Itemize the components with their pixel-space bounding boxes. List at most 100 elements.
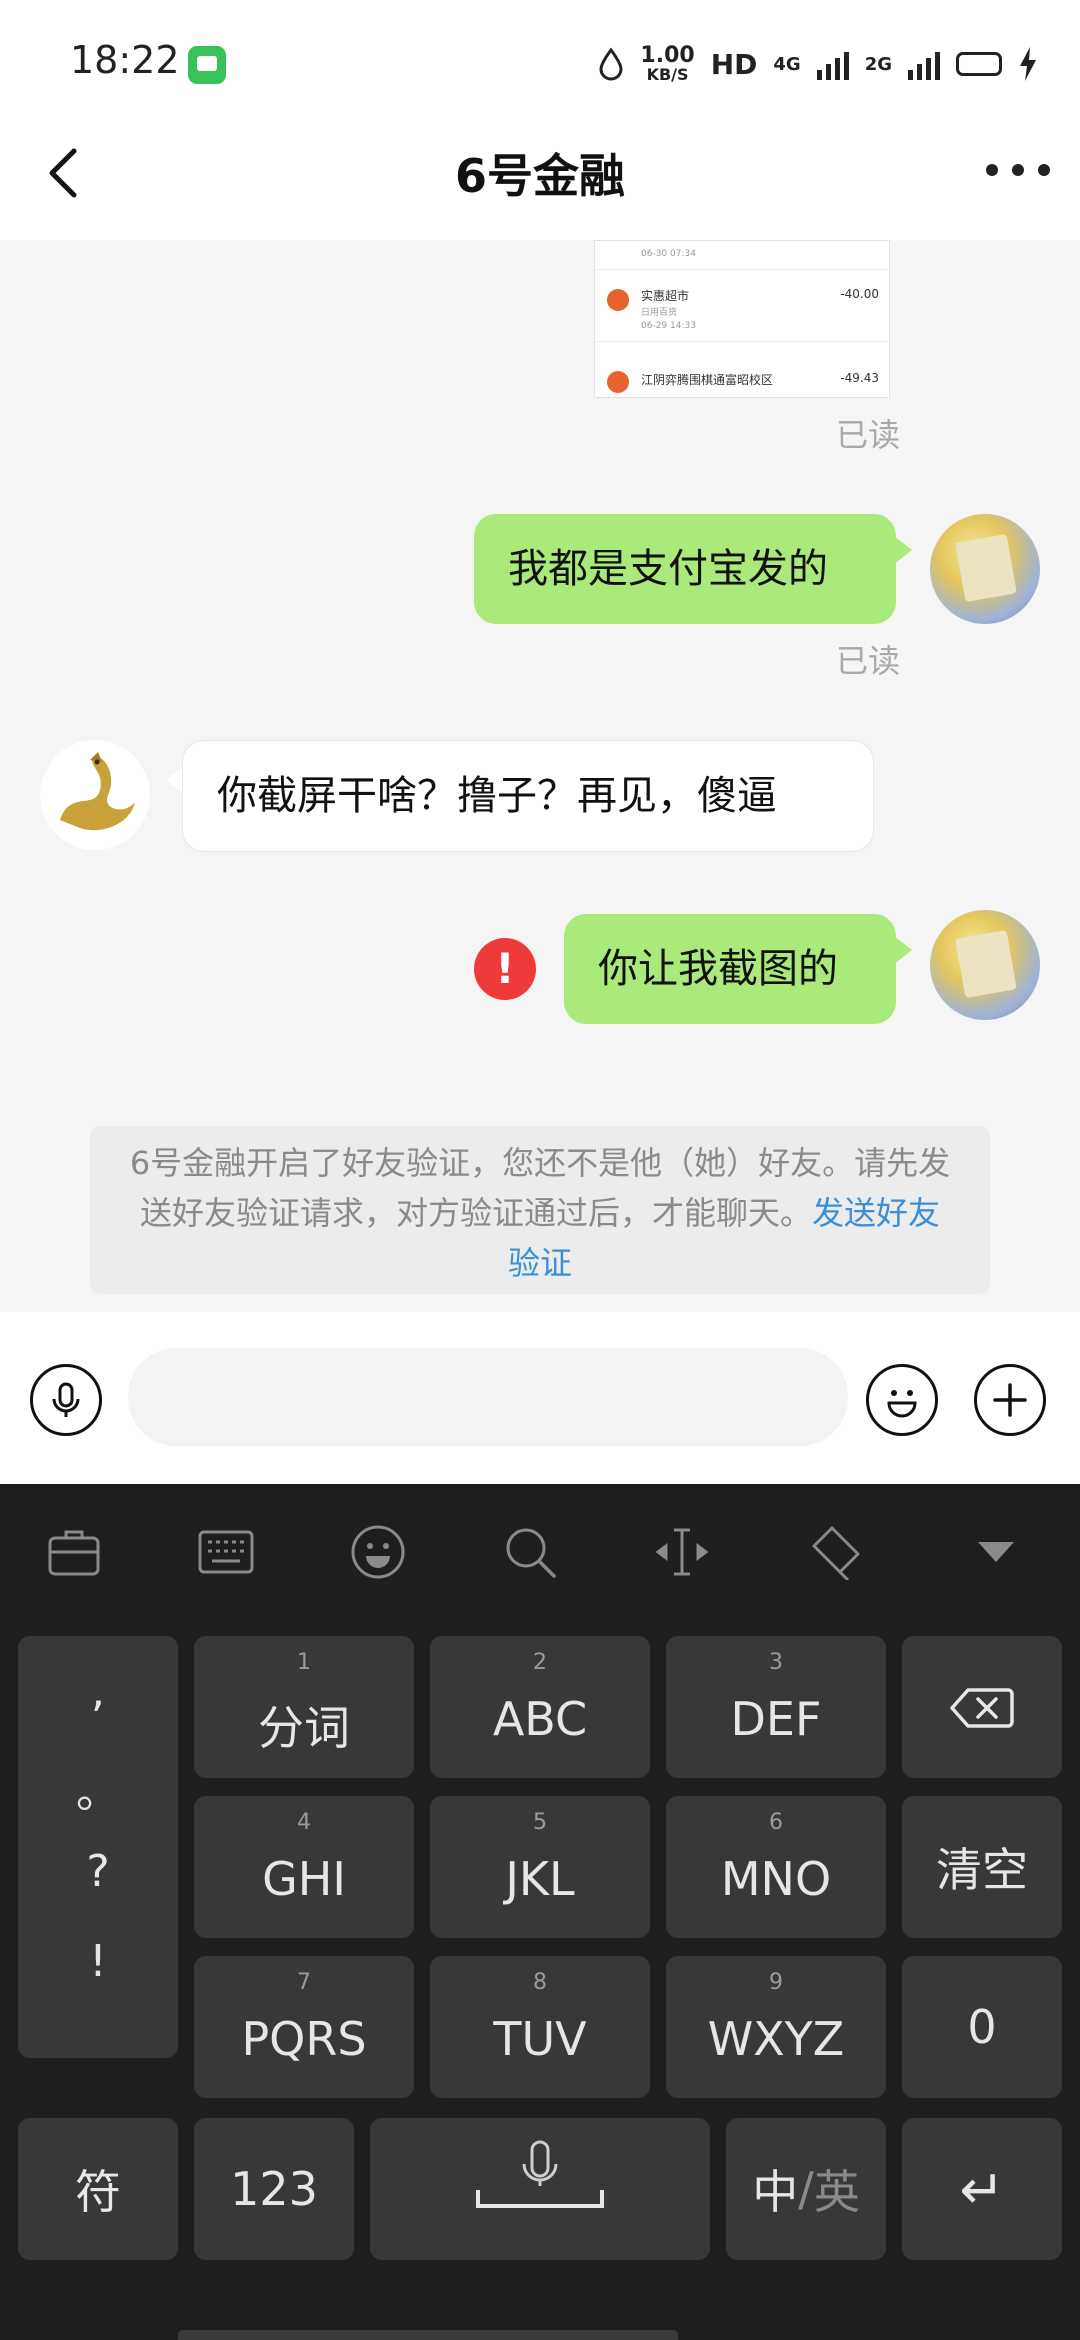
punct-question[interactable]: ? — [18, 1846, 178, 1897]
screenshot-row-date: 06-30 07:34 — [641, 249, 696, 259]
key-number: 8 — [533, 1970, 547, 1995]
collapse-icon[interactable] — [968, 1524, 1024, 1580]
chat-area[interactable]: 06-30 07:34 实惠超市 日用百货 06-29 14:33 -40.00… — [0, 240, 1080, 1312]
screenshot-row-date: 06-29 14:33 — [641, 321, 696, 331]
language-switch-key[interactable]: 中 / 英 — [726, 2118, 886, 2260]
clear-label: 清空 — [936, 1843, 1028, 1897]
key-number: 1 — [297, 1650, 311, 1675]
emoticon-icon[interactable] — [350, 1524, 406, 1580]
key-5[interactable]: 5 JKL — [430, 1796, 650, 1938]
message-notification-icon — [188, 46, 226, 84]
charging-icon — [1020, 47, 1036, 81]
network-speed: 1.00 KB/S — [640, 45, 694, 83]
numbers-label: 123 — [230, 2162, 318, 2216]
speed-unit: KB/S — [646, 65, 689, 84]
symbols-key[interactable]: 符 — [18, 2118, 178, 2260]
my-avatar[interactable] — [930, 514, 1040, 624]
dragon-icon — [60, 752, 135, 831]
chat-title: 6号金融 — [454, 149, 625, 203]
keyboard-icon[interactable] — [198, 1524, 254, 1580]
key-number: 7 — [297, 1970, 311, 1995]
water-drop-icon — [599, 47, 623, 81]
incoming-message-bubble[interactable]: 你截屏干啥？撸子？再见，傻逼 — [182, 740, 874, 852]
friend-verification-notice: 6号金融开启了好友验证，您还不是他（她）好友。请先发送好友验证请求，对方验证通过… — [90, 1126, 990, 1294]
key-3[interactable]: 3 DEF — [666, 1636, 886, 1778]
key-label: JKL — [505, 1852, 575, 1906]
key-4[interactable]: 4 GHI — [194, 1796, 414, 1938]
punct-period[interactable]: 。 — [18, 1756, 178, 1820]
punct-exclaim[interactable]: ! — [18, 1936, 178, 1987]
screenshot-row: 实惠超市 日用百货 06-29 14:33 -40.00 — [595, 281, 889, 342]
zero-label: 0 — [967, 2000, 997, 2054]
lang-cn-label: 中 — [752, 2165, 799, 2219]
enter-key[interactable]: ↵ — [902, 2118, 1062, 2260]
enter-icon: ↵ — [959, 2157, 1005, 2221]
screenshot-row: 江阴弈腾围棋通富昭校区 -49.43 — [595, 367, 889, 397]
key-label: WXYZ — [707, 2012, 845, 2066]
emoji-button[interactable] — [866, 1364, 938, 1436]
space-key[interactable] — [370, 2118, 710, 2260]
hd-indicator: HD — [710, 47, 758, 81]
key-1[interactable]: 1 分词 — [194, 1636, 414, 1778]
message-input[interactable] — [128, 1348, 848, 1446]
key-number: 4 — [297, 1810, 311, 1835]
mic-icon — [476, 2140, 604, 2208]
screenshot-row-name: 实惠超市 — [641, 289, 690, 303]
read-status: 已读 — [836, 416, 901, 454]
key-0[interactable]: 0 — [902, 1956, 1062, 2098]
backspace-icon — [950, 1688, 1014, 1728]
plus-icon — [993, 1383, 1027, 1417]
key-9[interactable]: 9 WXYZ — [666, 1956, 886, 2098]
key-label: GHI — [262, 1852, 346, 1906]
read-status: 已读 — [836, 642, 901, 680]
key-label: PQRS — [241, 2012, 367, 2066]
cursor-icon[interactable] — [654, 1524, 710, 1580]
key-number: 6 — [769, 1810, 783, 1835]
clear-key[interactable]: 清空 — [902, 1796, 1062, 1938]
outgoing-message-bubble[interactable]: 我都是支付宝发的 — [474, 514, 896, 624]
key-number: 2 — [533, 1650, 547, 1675]
screenshot-row-amount: -49.43 — [840, 371, 879, 385]
signal-icon-2 — [908, 48, 940, 80]
key-label: 分词 — [258, 1701, 350, 1755]
numbers-key[interactable]: 123 — [194, 2118, 354, 2260]
voice-icon — [52, 1382, 80, 1417]
network-4g: 4G — [773, 53, 801, 75]
punctuation-column[interactable]: , 。 ? ! — [18, 1636, 178, 2058]
key-label: ABC — [492, 1692, 588, 1746]
search-icon[interactable] — [502, 1524, 558, 1580]
my-avatar[interactable] — [930, 910, 1040, 1020]
status-time: 18:22 — [70, 38, 180, 82]
network-2g: 2G — [864, 53, 892, 75]
key-2[interactable]: 2 ABC — [430, 1636, 650, 1778]
screenshot-image-message[interactable]: 06-30 07:34 实惠超市 日用百货 06-29 14:33 -40.00… — [594, 240, 890, 398]
key-number: 3 — [769, 1650, 783, 1675]
toolbox-icon[interactable] — [46, 1524, 102, 1580]
outgoing-message-bubble[interactable]: 你让我截图的 — [564, 914, 896, 1024]
contact-avatar[interactable] — [40, 740, 150, 850]
skin-icon[interactable] — [806, 1524, 862, 1580]
emoji-icon — [887, 1390, 917, 1418]
key-6[interactable]: 6 MNO — [666, 1796, 886, 1938]
symbols-label: 符 — [75, 2165, 121, 2219]
bubble-tail — [894, 936, 912, 964]
key-label: MNO — [720, 1852, 832, 1906]
key-7[interactable]: 7 PQRS — [194, 1956, 414, 2098]
key-number: 5 — [533, 1810, 547, 1835]
key-8[interactable]: 8 TUV — [430, 1956, 650, 2098]
more-icon[interactable] — [986, 150, 1050, 190]
screenshot-row-sub: 日用百货 — [641, 308, 678, 318]
punct-comma[interactable]: , — [18, 1666, 178, 1717]
voice-input-button[interactable] — [30, 1364, 102, 1436]
screenshot-row-amount: -40.00 — [840, 287, 879, 301]
plus-button[interactable] — [974, 1364, 1046, 1436]
status-indicators: 1.00 KB/S HD 4G 2G — [598, 42, 1038, 86]
screenshot-row: 06-30 07:34 — [595, 241, 889, 270]
speed-value: 1.00 — [640, 43, 695, 68]
language-label: 中 / 英 — [726, 2118, 886, 2260]
key-label: DEF — [730, 1692, 822, 1746]
backspace-key[interactable] — [902, 1636, 1062, 1778]
error-icon[interactable]: ! — [474, 938, 536, 1000]
battery-icon — [956, 52, 1002, 76]
key-label: TUV — [493, 2012, 587, 2066]
